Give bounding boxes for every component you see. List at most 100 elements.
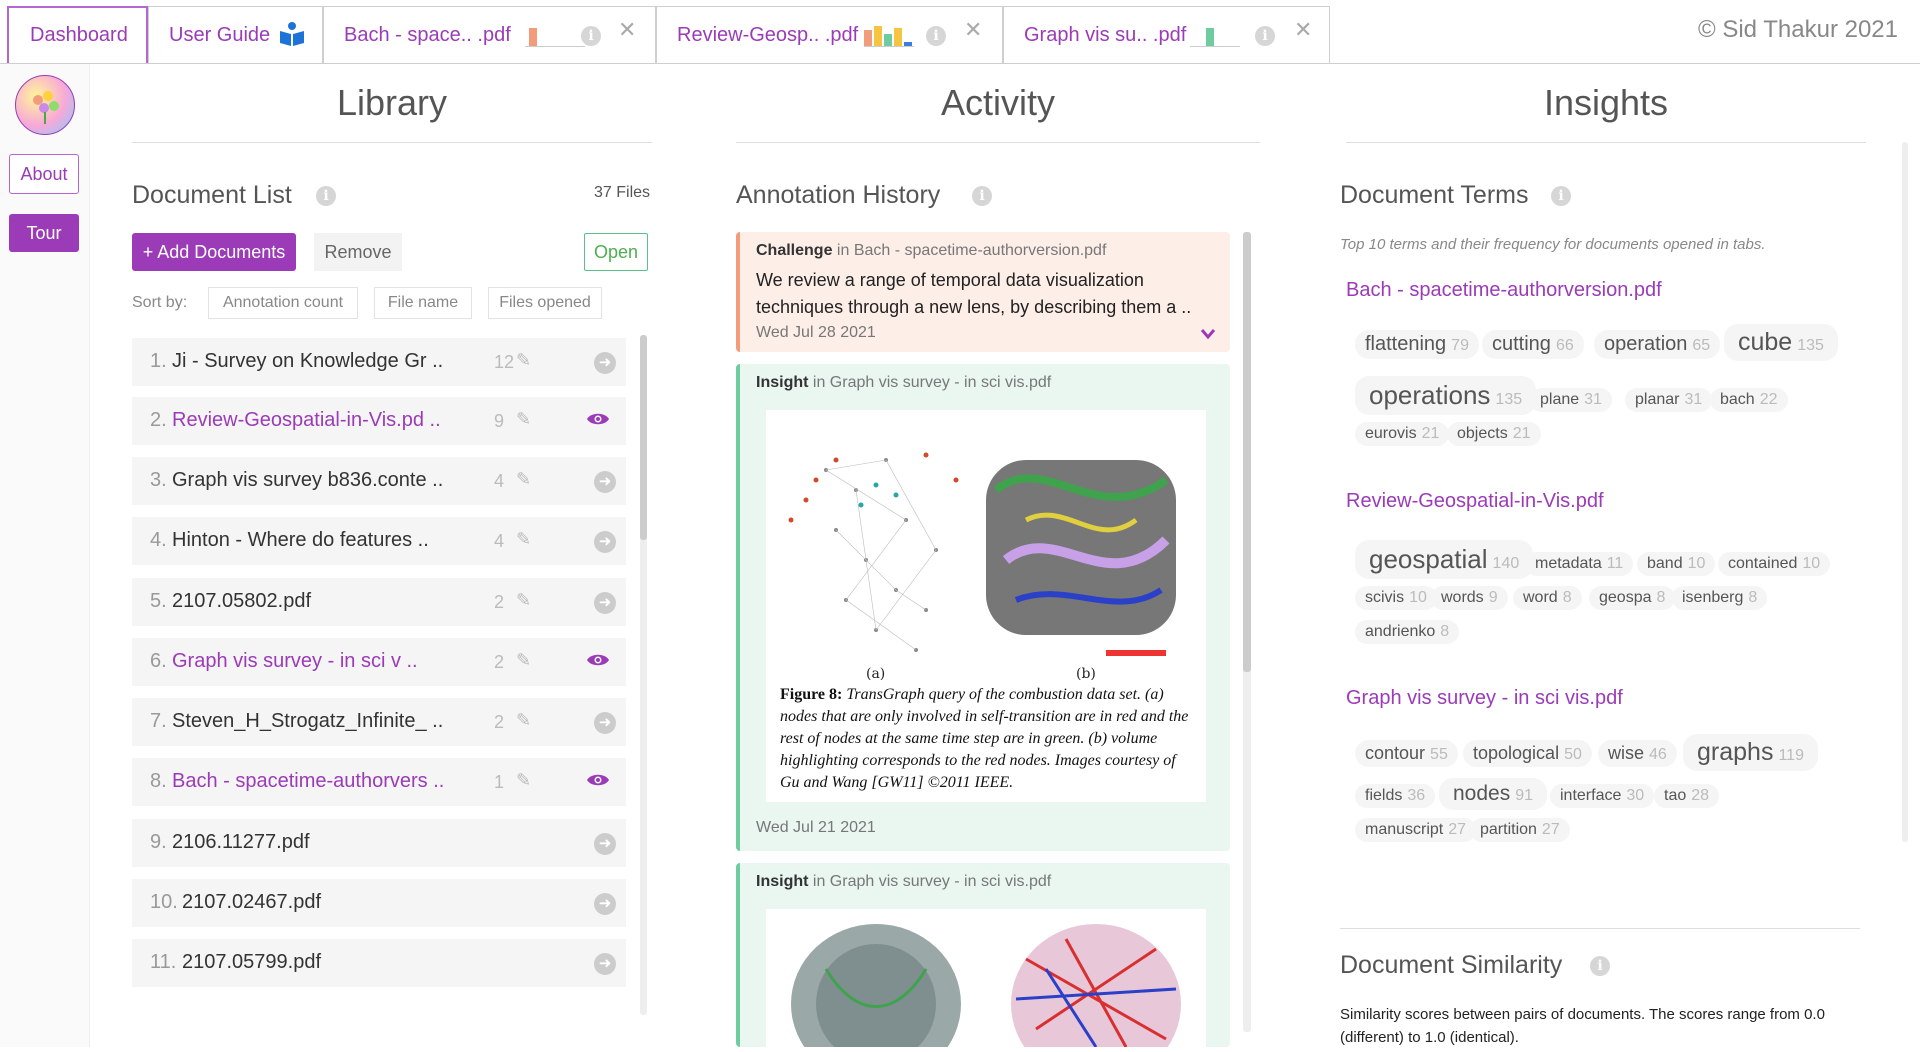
annotation-card-insight[interactable]: Insight in Graph vis survey - in sci vis… — [736, 364, 1230, 851]
term-frequency: 30 — [1626, 787, 1645, 804]
document-name: 2106.11277.pdf — [172, 831, 310, 853]
similarity-description: Similarity scores between pairs of docum… — [1340, 1006, 1825, 1046]
term-word: nodes — [1453, 782, 1511, 805]
sort-file-name-button[interactable]: File name — [374, 287, 472, 319]
document-name: Steven_H_Strogatz_Infinite_ .. — [172, 710, 444, 732]
annotation-count: 12 — [494, 352, 515, 372]
tab-user-guide[interactable]: User Guide — [148, 6, 323, 63]
document-number: 11. — [150, 951, 177, 973]
term-word: partition — [1480, 821, 1537, 838]
open-arrow-icon[interactable]: ➜ — [594, 592, 616, 614]
open-arrow-icon[interactable]: ➜ — [594, 352, 616, 374]
remove-button[interactable]: Remove — [314, 233, 402, 271]
pencil-icon: ✎ — [516, 409, 532, 429]
tab-label: Graph vis su.. .pdf — [1024, 24, 1187, 46]
document-row[interactable]: 4. Hinton - Where do features .. 4 ✎ ➜ — [132, 517, 626, 565]
term-word: metadata — [1535, 555, 1602, 572]
document-row[interactable]: 7. Steven_H_Strogatz_Infinite_ .. 2 ✎ ➜ — [132, 698, 626, 746]
term-word: plane — [1540, 391, 1580, 408]
term-frequency: 36 — [1407, 787, 1426, 804]
annotation-card-insight[interactable]: Insight in Graph vis survey - in sci vis… — [736, 863, 1230, 1052]
figure-label-a: (a) — [866, 666, 885, 680]
document-name: Hinton - Where do features .. — [172, 529, 429, 551]
tab-review-geospatial-doc[interactable]: Review-Geosp.. .pdf i ✕ — [656, 6, 1003, 63]
open-arrow-icon[interactable]: ➜ — [594, 833, 616, 855]
document-row[interactable]: 11. 2107.05799.pdf ➜ — [132, 939, 626, 987]
open-arrow-icon[interactable]: ➜ — [594, 953, 616, 975]
info-icon[interactable]: i — [1590, 956, 1610, 976]
sort-annotation-count-button[interactable]: Annotation count — [208, 287, 358, 319]
sort-files-opened-button[interactable]: Files opened — [488, 287, 602, 319]
chevron-down-icon[interactable] — [1200, 324, 1216, 345]
copyright-text: © Sid Thakur 2021 — [1697, 16, 1898, 43]
info-icon[interactable]: i — [926, 26, 946, 46]
open-arrow-icon[interactable]: ➜ — [594, 471, 616, 493]
open-arrow-icon[interactable]: ➜ — [594, 893, 616, 915]
close-tab-icon[interactable]: ✕ — [964, 17, 982, 43]
terms-doc-title: Graph vis survey - in sci vis.pdf — [1346, 687, 1623, 709]
document-row[interactable]: 10. 2107.02467.pdf ➜ — [132, 879, 626, 927]
term-word: flattening — [1365, 333, 1447, 355]
activity-title: Activity — [940, 82, 1055, 123]
about-button[interactable]: About — [9, 154, 79, 194]
insights-scrollbar[interactable] — [1902, 142, 1908, 842]
document-row[interactable]: 3. Graph vis survey b836.conte .. 4 ✎ ➜ — [132, 457, 626, 505]
files-count: 37 Files — [594, 184, 651, 201]
term-chip: partition 27 — [1470, 818, 1570, 842]
in-word: in — [836, 242, 850, 259]
term-word: tao — [1664, 787, 1687, 804]
info-icon[interactable]: i — [316, 186, 336, 206]
tour-button[interactable]: Tour — [9, 214, 79, 252]
term-frequency: 11 — [1606, 555, 1624, 572]
eye-icon[interactable] — [586, 407, 610, 433]
document-row[interactable]: 1. Ji - Survey on Knowledge Gr .. 12 ✎ ➜ — [132, 338, 626, 386]
annotation-card-challenge[interactable]: Challenge in Bach - spacetime-authorvers… — [736, 232, 1230, 352]
document-number: 8. — [150, 770, 167, 792]
add-documents-button[interactable]: + Add Documents — [132, 233, 296, 271]
open-arrow-icon[interactable]: ➜ — [594, 712, 616, 734]
document-row[interactable]: 6. Graph vis survey - in sci v .. 2 ✎ — [132, 638, 626, 686]
document-row[interactable]: 8. Bach - spacetime-authorvers .. 1 ✎ — [132, 758, 626, 806]
terms-doc-title: Bach - spacetime-authorversion.pdf — [1346, 279, 1662, 301]
open-arrow-icon[interactable]: ➜ — [594, 531, 616, 553]
info-icon[interactable]: i — [1551, 186, 1571, 206]
document-row[interactable]: 2. Review-Geospatial-in-Vis.pd .. 9 ✎ — [132, 397, 626, 445]
annotation-type: Challenge — [756, 242, 833, 259]
term-chip: bach 22 — [1710, 388, 1788, 412]
terms-doc-title: Review-Geospatial-in-Vis.pdf — [1346, 490, 1604, 512]
tab-bach-doc[interactable]: Bach - space.. .pdf i ✕ — [323, 6, 656, 63]
term-word: planar — [1635, 391, 1680, 408]
eye-icon[interactable] — [586, 648, 610, 674]
close-tab-icon[interactable]: ✕ — [1294, 17, 1312, 43]
document-row[interactable]: 9. 2106.11277.pdf ➜ — [132, 819, 626, 867]
annotation-count: 1 — [494, 772, 505, 792]
pencil-icon: ✎ — [516, 350, 532, 370]
term-chip: planar 31 — [1625, 388, 1713, 412]
document-number: 9. — [150, 831, 167, 853]
figure-caption-text: TransGraph query of the combustion data … — [780, 686, 1189, 791]
document-number: 6. — [150, 650, 167, 672]
document-name: Review-Geospatial-in-Vis.pd .. — [172, 409, 441, 431]
in-word: in — [812, 873, 826, 890]
close-tab-icon[interactable]: ✕ — [618, 17, 636, 43]
library-scrollbar-thumb[interactable] — [640, 335, 647, 540]
document-row[interactable]: 5. 2107.05802.pdf 2 ✎ ➜ — [132, 578, 626, 626]
info-icon[interactable]: i — [972, 186, 992, 206]
annotation-history-title: Annotation History — [736, 181, 941, 209]
term-frequency: 140 — [1492, 555, 1520, 572]
figure-image — [791, 924, 1181, 1052]
activity-scrollbar-thumb[interactable] — [1243, 232, 1251, 672]
term-frequency: 28 — [1691, 787, 1710, 804]
info-icon[interactable]: i — [1255, 26, 1275, 46]
term-frequency: 66 — [1555, 337, 1574, 354]
left-rail — [0, 64, 90, 1047]
eye-icon[interactable] — [586, 768, 610, 794]
term-frequency: 27 — [1448, 821, 1467, 838]
open-button[interactable]: Open — [584, 233, 648, 271]
document-name: 2107.02467.pdf — [182, 891, 322, 913]
info-icon[interactable]: i — [581, 26, 601, 46]
term-frequency: 50 — [1564, 746, 1582, 763]
annotation-figure — [766, 909, 1206, 1052]
tab-dashboard[interactable]: Dashboard — [7, 6, 148, 63]
tab-graph-vis-doc[interactable]: Graph vis su.. .pdf i ✕ — [1003, 6, 1330, 63]
